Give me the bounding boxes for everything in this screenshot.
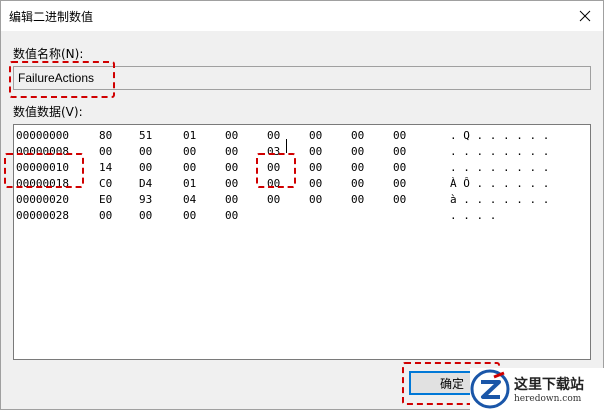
hex-byte[interactable]: 00: [225, 177, 238, 190]
value-data-label: 数值数据(V):: [13, 105, 83, 119]
hex-byte[interactable]: 00: [393, 177, 406, 190]
hex-row-ascii: . . . . . . . .: [450, 145, 550, 158]
hex-byte[interactable]: 04: [183, 193, 196, 206]
hex-byte[interactable]: 00: [183, 209, 196, 222]
hex-byte[interactable]: 00: [393, 145, 406, 158]
close-button[interactable]: [567, 1, 603, 31]
hex-byte[interactable]: 00: [309, 129, 322, 142]
hex-byte[interactable]: 00: [309, 193, 322, 206]
hex-byte[interactable]: 00: [225, 145, 238, 158]
hex-byte[interactable]: 51: [139, 129, 152, 142]
hex-row-address: 00000028: [16, 209, 69, 222]
hex-byte[interactable]: 00: [351, 193, 364, 206]
hex-byte[interactable]: 00: [225, 129, 238, 142]
hex-row-address: 00000000: [16, 129, 69, 142]
watermark-logo-icon: [470, 369, 510, 409]
hex-byte[interactable]: 00: [139, 209, 152, 222]
hex-row-ascii: . Q . . . . . .: [450, 129, 550, 142]
hex-byte[interactable]: 00: [393, 129, 406, 142]
watermark-en: heredown.com: [514, 394, 582, 404]
hex-byte[interactable]: 00: [393, 193, 406, 206]
close-icon: [579, 10, 591, 22]
hex-byte[interactable]: 00: [225, 209, 238, 222]
hex-byte[interactable]: 80: [99, 129, 112, 142]
hex-byte[interactable]: E0: [99, 193, 112, 206]
hex-row-ascii: . . . .: [450, 209, 497, 222]
hex-byte[interactable]: 00: [267, 193, 280, 206]
hex-byte[interactable]: 00: [183, 145, 196, 158]
text-caret: [286, 139, 287, 153]
hex-byte[interactable]: 00: [225, 193, 238, 206]
hex-byte[interactable]: 00: [351, 161, 364, 174]
hex-byte[interactable]: 00: [351, 145, 364, 158]
hex-byte[interactable]: 00: [99, 145, 112, 158]
hex-row-ascii: . . . . . . . .: [450, 161, 550, 174]
highlight-byte-column: [256, 153, 296, 188]
value-name-label: 数值名称(N):: [13, 47, 84, 61]
hex-byte[interactable]: 01: [183, 177, 196, 190]
hex-byte[interactable]: 00: [225, 161, 238, 174]
hex-byte[interactable]: 93: [139, 193, 152, 206]
hex-byte[interactable]: 00: [309, 177, 322, 190]
hex-byte[interactable]: 00: [139, 161, 152, 174]
hex-row-ascii: à . . . . . . .: [450, 193, 550, 206]
hex-byte[interactable]: D4: [139, 177, 152, 190]
highlight-address-rows: [4, 153, 84, 188]
hex-byte[interactable]: 00: [99, 209, 112, 222]
hex-byte[interactable]: 00: [309, 145, 322, 158]
hex-byte[interactable]: 01: [183, 129, 196, 142]
watermark-cn: 这里下载站: [514, 377, 584, 393]
hex-byte[interactable]: 00: [309, 161, 322, 174]
hex-row-ascii: À Ô . . . . . .: [450, 177, 550, 190]
hex-byte[interactable]: C0: [99, 177, 112, 190]
hex-byte[interactable]: 14: [99, 161, 112, 174]
hex-byte[interactable]: 00: [267, 129, 280, 142]
site-watermark: 这里下载站 heredown.com: [470, 368, 604, 410]
hex-row-address: 00000020: [16, 193, 69, 206]
title-bar: 编辑二进制数值: [1, 1, 603, 31]
hex-byte[interactable]: 00: [393, 161, 406, 174]
hex-byte[interactable]: 00: [351, 177, 364, 190]
hex-byte[interactable]: 00: [351, 129, 364, 142]
hex-editor[interactable]: 00000000 80 51 01 00 00 00 00 00. Q . . . . . .0…: [13, 124, 591, 360]
highlight-value-name: [9, 61, 115, 98]
hex-byte[interactable]: 00: [139, 145, 152, 158]
hex-byte[interactable]: 00: [183, 161, 196, 174]
dialog-title: 编辑二进制数值: [9, 10, 94, 24]
